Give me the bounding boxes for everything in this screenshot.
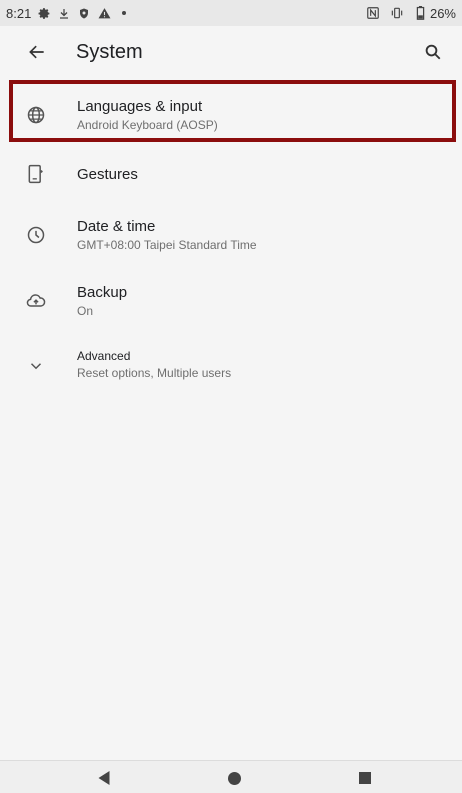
battery-indicator: 26% xyxy=(414,6,456,21)
battery-percent: 26% xyxy=(429,5,456,21)
shield-icon xyxy=(77,6,91,20)
item-summary: On xyxy=(77,304,94,318)
back-triangle-icon xyxy=(98,771,109,785)
settings-list: Languages & input Android Keyboard (AOSP… xyxy=(0,80,462,396)
list-item-text: Languages & input Android Keyboard (AOSP… xyxy=(77,97,218,134)
dot-icon xyxy=(117,6,131,20)
item-summary: GMT+08:00 Taipei Standard Time xyxy=(77,238,257,252)
list-item-backup[interactable]: Backup On xyxy=(0,268,462,336)
list-item-gestures[interactable]: Gestures xyxy=(0,150,462,202)
nav-back-button[interactable] xyxy=(96,770,112,786)
list-item-languages-input[interactable]: Languages & input Android Keyboard (AOSP… xyxy=(0,80,462,150)
search-button[interactable] xyxy=(420,39,446,65)
list-item-text: Gestures xyxy=(77,165,138,184)
warning-icon xyxy=(97,6,111,20)
back-button[interactable] xyxy=(24,39,50,65)
nav-home-button[interactable] xyxy=(226,770,242,786)
battery-icon xyxy=(414,6,428,20)
nfc-icon xyxy=(366,6,380,20)
item-title: Gestures xyxy=(77,166,138,183)
status-right: 26% xyxy=(366,6,462,21)
item-title: Languages & input xyxy=(77,98,203,115)
search-icon xyxy=(425,44,441,60)
app-bar: System xyxy=(0,26,462,78)
clock-icon xyxy=(24,223,48,247)
item-title: Advanced xyxy=(77,349,131,363)
status-time: 8:21 xyxy=(6,5,32,21)
download-icon xyxy=(57,6,71,20)
nav-recents-button[interactable] xyxy=(357,770,373,786)
list-item-text: Backup On xyxy=(77,283,127,320)
settings-gear-icon xyxy=(37,6,51,20)
recents-square-icon xyxy=(359,772,371,784)
vibrate-icon xyxy=(390,6,404,20)
item-summary: Reset options, Multiple users xyxy=(77,366,232,380)
list-item-date-time[interactable]: Date & time GMT+08:00 Taipei Standard Ti… xyxy=(0,202,462,268)
item-title: Backup xyxy=(77,284,128,301)
page-title: System xyxy=(76,40,143,63)
home-circle-icon xyxy=(227,771,241,785)
list-item-text: Date & time GMT+08:00 Taipei Standard Ti… xyxy=(77,217,257,254)
chevron-down-icon xyxy=(24,354,48,378)
phone-gesture-icon xyxy=(24,162,48,186)
status-bar: 8:21 26% xyxy=(0,0,462,26)
item-summary: Android Keyboard (AOSP) xyxy=(77,118,218,132)
navigation-bar xyxy=(0,760,462,793)
list-item-advanced[interactable]: Advanced Reset options, Multiple users xyxy=(0,336,462,396)
arrow-left-icon xyxy=(29,45,44,59)
cloud-upload-icon xyxy=(24,289,48,313)
item-title: Date & time xyxy=(77,218,156,235)
status-left: 8:21 xyxy=(0,6,131,21)
globe-icon xyxy=(24,103,48,127)
list-item-text: Advanced Reset options, Multiple users xyxy=(77,348,231,382)
